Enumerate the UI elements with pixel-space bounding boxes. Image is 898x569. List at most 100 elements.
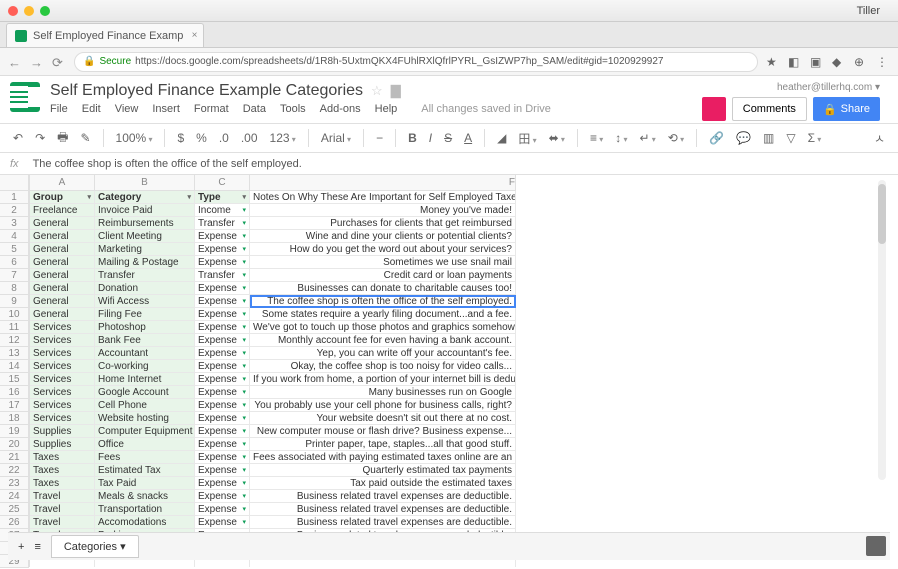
cell[interactable]: Filing Fee — [95, 308, 195, 321]
document-title[interactable]: Self Employed Finance Example Categories — [50, 82, 363, 100]
cell[interactable]: Expense — [195, 282, 250, 295]
chart-icon[interactable]: ▥ — [760, 131, 777, 145]
cell[interactable]: Expense — [195, 243, 250, 256]
cell[interactable]: Expense — [195, 503, 250, 516]
share-button[interactable]: 🔒 Share — [813, 97, 880, 121]
row-header[interactable]: 1 — [0, 191, 29, 204]
bold-button[interactable]: B — [405, 131, 420, 145]
cell[interactable]: If you work from home, a portion of your… — [250, 373, 516, 386]
close-tab-icon[interactable]: × — [192, 30, 198, 41]
extension-icon[interactable]: ◆ — [832, 55, 846, 69]
menu-help[interactable]: Help — [375, 103, 398, 115]
cell[interactable]: The coffee shop is often the office of t… — [250, 295, 516, 308]
cell[interactable]: Expense — [195, 230, 250, 243]
cell[interactable]: Supplies — [30, 438, 95, 451]
cell[interactable]: Okay, the coffee shop is too noisy for v… — [250, 360, 516, 373]
cell[interactable]: Tax Paid — [95, 477, 195, 490]
comments-button[interactable]: Comments — [732, 97, 807, 121]
dec-increase-button[interactable]: .00 — [238, 131, 261, 145]
cell[interactable]: Businesses can donate to charitable caus… — [250, 282, 516, 295]
cell[interactable]: General — [30, 282, 95, 295]
row-header[interactable]: 25 — [0, 503, 29, 516]
minimize-window-icon[interactable] — [24, 6, 34, 16]
col-header[interactable]: B — [95, 175, 195, 191]
cell[interactable]: Expense — [195, 321, 250, 334]
explore-icon[interactable] — [866, 536, 886, 556]
cell[interactable]: Office — [95, 438, 195, 451]
select-all-corner[interactable] — [0, 175, 29, 191]
comment-icon[interactable]: 💬 — [733, 131, 754, 145]
cell[interactable]: Expense — [195, 256, 250, 269]
row-header[interactable]: 7 — [0, 269, 29, 282]
cell[interactable]: Co-working — [95, 360, 195, 373]
row-header[interactable]: 4 — [0, 230, 29, 243]
number-format-select[interactable]: 123 — [267, 131, 299, 145]
cell[interactable]: General — [30, 217, 95, 230]
cell[interactable]: Travel — [30, 516, 95, 529]
cell[interactable]: Services — [30, 412, 95, 425]
cell[interactable]: Expense — [195, 425, 250, 438]
col-header[interactable]: C — [195, 175, 250, 191]
menu-addons[interactable]: Add-ons — [320, 103, 361, 115]
header-cell[interactable]: Group — [30, 191, 95, 204]
cell[interactable]: Photoshop — [95, 321, 195, 334]
close-window-icon[interactable] — [8, 6, 18, 16]
cell[interactable]: Fees — [95, 451, 195, 464]
menu-icon[interactable]: ⋮ — [876, 55, 890, 69]
row-header[interactable]: 21 — [0, 451, 29, 464]
strike-button[interactable]: S — [441, 131, 455, 145]
add-sheet-icon[interactable]: + — [18, 541, 24, 553]
cell[interactable]: Your website doesn't sit out there at no… — [250, 412, 516, 425]
row-header[interactable]: 23 — [0, 477, 29, 490]
cell[interactable]: Credit card or loan payments — [250, 269, 516, 282]
extension-icon[interactable]: ◧ — [788, 55, 802, 69]
menu-data[interactable]: Data — [243, 103, 266, 115]
extension-icon[interactable]: ★ — [766, 55, 780, 69]
cell[interactable]: Expense — [195, 308, 250, 321]
rotate-icon[interactable]: ⟲ — [665, 131, 687, 145]
merge-icon[interactable]: ⬌ — [546, 131, 568, 145]
cell[interactable]: Services — [30, 386, 95, 399]
cell[interactable]: Travel — [30, 503, 95, 516]
star-icon[interactable]: ☆ — [371, 83, 383, 99]
cell[interactable]: Google Account — [95, 386, 195, 399]
cell[interactable]: Expense — [195, 334, 250, 347]
cell[interactable]: Taxes — [30, 477, 95, 490]
header-cell[interactable]: Type — [195, 191, 250, 204]
sheets-logo-icon[interactable] — [10, 82, 40, 112]
row-header[interactable]: 17 — [0, 399, 29, 412]
row-header[interactable]: 24 — [0, 490, 29, 503]
reload-icon[interactable]: ⟳ — [52, 55, 66, 69]
row-header[interactable]: 26 — [0, 516, 29, 529]
cell[interactable]: Expense — [195, 295, 250, 308]
cell[interactable]: Yep, you can write off your accountant's… — [250, 347, 516, 360]
cell[interactable]: Reimbursements — [95, 217, 195, 230]
row-header[interactable]: 5 — [0, 243, 29, 256]
cell[interactable]: General — [30, 243, 95, 256]
row-header[interactable]: 16 — [0, 386, 29, 399]
undo-icon[interactable]: ↶ — [10, 131, 26, 145]
cell[interactable]: Sometimes we use snail mail — [250, 256, 516, 269]
cell[interactable]: Cell Phone — [95, 399, 195, 412]
cell[interactable]: Services — [30, 373, 95, 386]
cell[interactable]: General — [30, 295, 95, 308]
menu-format[interactable]: Format — [194, 103, 229, 115]
halign-icon[interactable]: ≡ — [587, 131, 606, 145]
browser-tab[interactable]: Self Employed Finance Examp × — [6, 23, 204, 47]
row-header[interactable]: 3 — [0, 217, 29, 230]
cell[interactable]: Invoice Paid — [95, 204, 195, 217]
cell[interactable]: Income — [195, 204, 250, 217]
row-header[interactable]: 2 — [0, 204, 29, 217]
wrap-icon[interactable]: ↵ — [636, 131, 658, 145]
cell[interactable]: Some states require a yearly filing docu… — [250, 308, 516, 321]
url-input[interactable]: 🔒 Secure https://docs.google.com/spreads… — [74, 52, 758, 72]
cell[interactable]: You probably use your cell phone for bus… — [250, 399, 516, 412]
menu-view[interactable]: View — [115, 103, 139, 115]
print-icon[interactable]: 🖶 — [54, 128, 71, 149]
font-size-down-icon[interactable]: − — [373, 131, 386, 145]
cell[interactable]: Accomodations — [95, 516, 195, 529]
row-header[interactable]: 18 — [0, 412, 29, 425]
cell[interactable]: Printer paper, tape, staples...all that … — [250, 438, 516, 451]
cell[interactable]: General — [30, 269, 95, 282]
row-header[interactable]: 8 — [0, 282, 29, 295]
